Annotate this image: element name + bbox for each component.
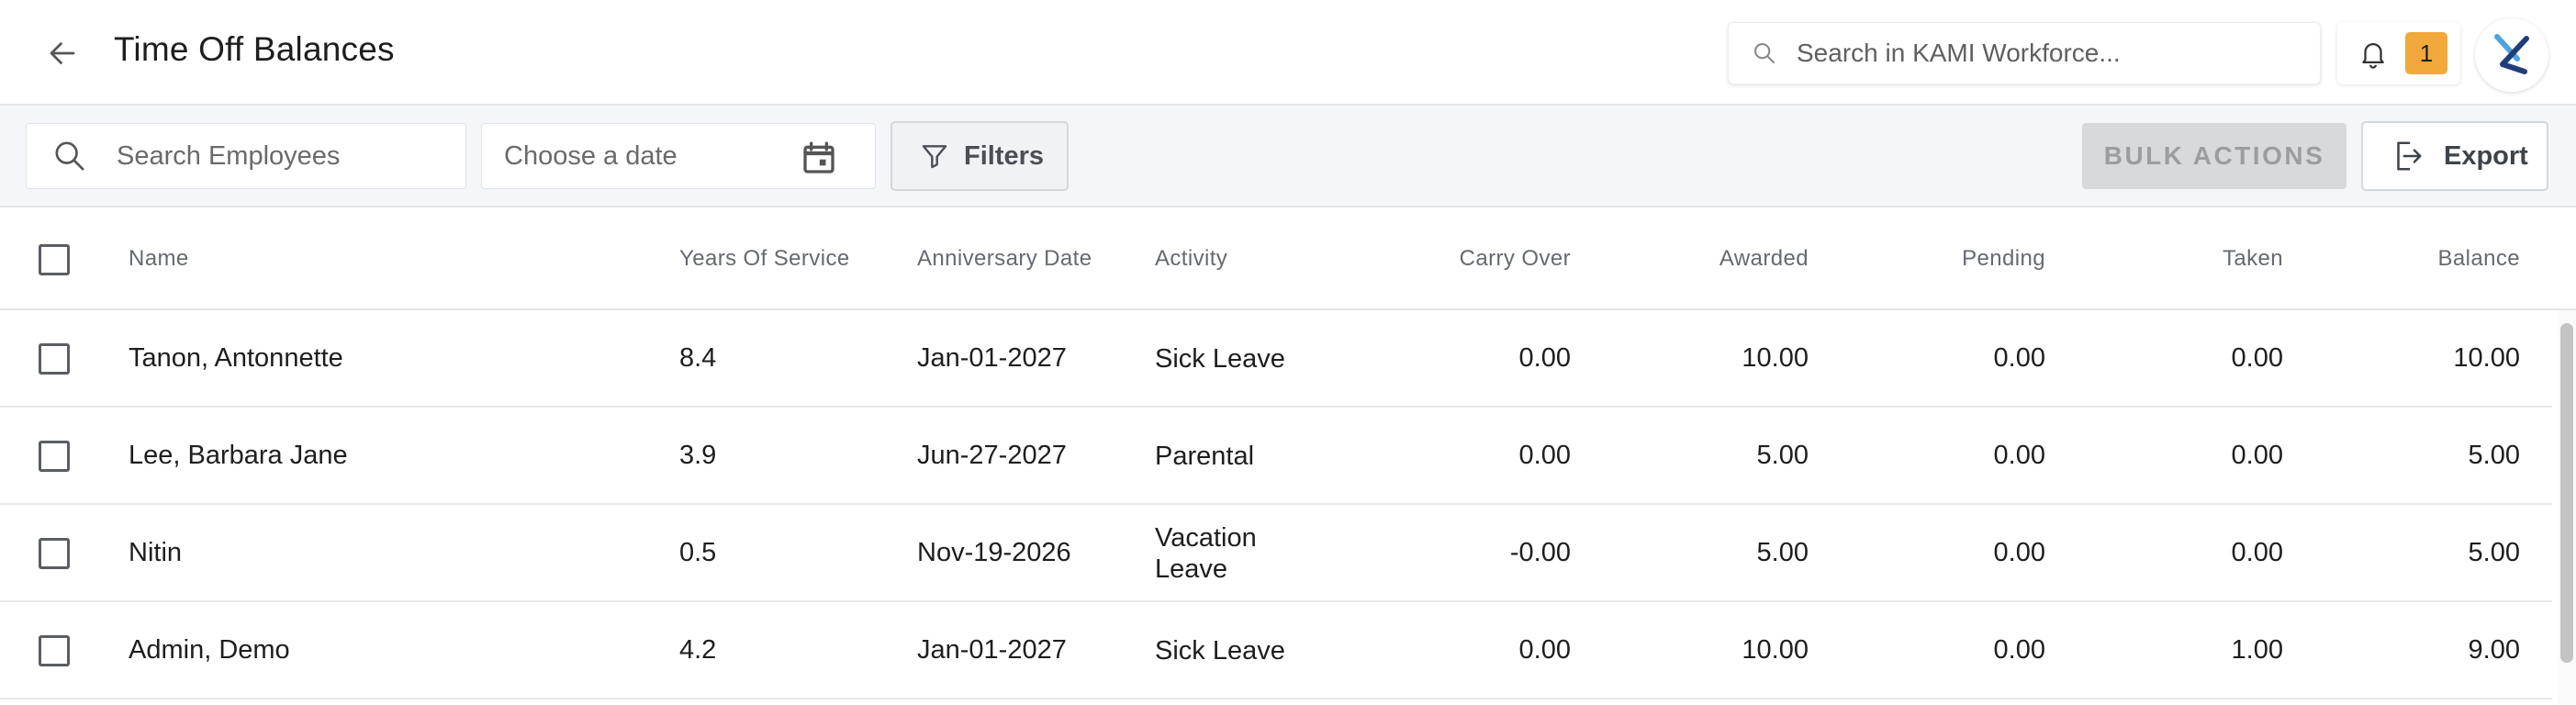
column-header-awarded[interactable]: Awarded <box>1719 246 1809 272</box>
years-of-service: 0.5 <box>679 538 717 567</box>
date-input[interactable] <box>504 140 779 172</box>
row-checkbox[interactable] <box>39 441 70 472</box>
notifications-button[interactable]: 1 <box>2337 22 2460 84</box>
column-header-balance[interactable]: Balance <box>2437 246 2520 272</box>
pending: 0.00 <box>1993 343 2045 373</box>
awarded: 5.00 <box>1756 441 1809 470</box>
scrollbar-thumb[interactable] <box>2560 323 2573 663</box>
date-picker[interactable] <box>481 123 876 189</box>
column-header-pending[interactable]: Pending <box>1962 246 2045 272</box>
awarded: 10.00 <box>1742 635 1809 665</box>
employee-search-input[interactable] <box>117 140 438 172</box>
pending: 0.00 <box>1993 538 2045 567</box>
activity: Parental <box>1155 442 1255 471</box>
bulk-actions-button[interactable]: BULK ACTIONS <box>2082 123 2346 189</box>
employee-name: Admin, Demo <box>129 635 290 665</box>
employee-search[interactable] <box>26 123 466 189</box>
row-checkbox[interactable] <box>39 538 70 569</box>
user-avatar[interactable] <box>2475 18 2548 92</box>
activity: Vacation Leave <box>1155 523 1257 584</box>
employee-name: Nitin <box>129 538 183 567</box>
export-button[interactable]: Export <box>2361 121 2548 191</box>
column-header-carry-over[interactable]: Carry Over <box>1460 246 1571 272</box>
table-row[interactable]: Lee, Barbara Jane 3.9 Jun-27-2027 Parent… <box>0 408 2552 505</box>
anniversary-date: Jan-01-2027 <box>917 343 1067 373</box>
kami-logo-icon <box>2494 34 2529 74</box>
balances-table: Name Years Of Service Anniversary Date A… <box>0 207 2576 705</box>
anniversary-date: Jun-27-2027 <box>917 441 1067 470</box>
carry-over: 0.00 <box>1518 343 1571 373</box>
global-search[interactable] <box>1728 22 2321 84</box>
employee-name: Lee, Barbara Jane <box>129 441 348 470</box>
filter-icon <box>918 140 951 173</box>
employee-name: Tanon, Antonnette <box>129 343 343 373</box>
column-header-anniversary-date[interactable]: Anniversary Date <box>917 246 1092 272</box>
export-icon <box>2389 138 2425 174</box>
activity: Sick Leave <box>1155 344 1285 374</box>
table-row[interactable]: Tanon, Antonnette 8.4 Jan-01-2027 Sick L… <box>0 310 2552 408</box>
select-all-checkbox[interactable] <box>39 244 70 275</box>
awarded: 5.00 <box>1756 538 1809 567</box>
table-row[interactable]: Nitin 0.5 Nov-19-2026 Vacation Leave -0.… <box>0 505 2552 602</box>
years-of-service: 8.4 <box>679 343 717 373</box>
row-checkbox[interactable] <box>39 343 70 375</box>
search-icon <box>1749 38 1780 69</box>
anniversary-date: Nov-19-2026 <box>917 538 1071 567</box>
pending: 0.00 <box>1993 441 2045 470</box>
taken: 1.00 <box>2231 635 2283 665</box>
column-header-taken[interactable]: Taken <box>2223 246 2283 272</box>
carry-over: -0.00 <box>1509 538 1571 567</box>
row-checkbox[interactable] <box>39 635 70 666</box>
balance: 5.00 <box>2468 441 2520 470</box>
years-of-service: 4.2 <box>679 635 717 665</box>
filters-button[interactable]: Filters <box>890 121 1069 191</box>
balance: 10.00 <box>2453 343 2520 373</box>
balance: 5.00 <box>2468 538 2520 567</box>
awarded: 10.00 <box>1742 343 1809 373</box>
pending: 0.00 <box>1993 635 2045 665</box>
anniversary-date: Jan-01-2027 <box>917 635 1067 665</box>
filters-label: Filters <box>964 140 1045 171</box>
carry-over: 0.00 <box>1518 635 1571 665</box>
years-of-service: 3.9 <box>679 441 717 470</box>
column-header-years-of-service[interactable]: Years Of Service <box>679 246 850 272</box>
page-title: Time Off Balances <box>114 30 395 68</box>
bell-icon <box>2354 34 2392 73</box>
back-arrow-icon <box>50 42 75 64</box>
balance: 9.00 <box>2468 635 2520 665</box>
back-button[interactable] <box>37 28 88 79</box>
global-search-input[interactable] <box>1797 39 2292 68</box>
app-header: Time Off Balances 1 <box>0 0 2576 106</box>
search-icon <box>49 135 91 177</box>
taken: 0.00 <box>2231 441 2283 470</box>
notification-count-badge: 1 <box>2405 32 2447 74</box>
carry-over: 0.00 <box>1518 441 1571 470</box>
column-header-activity[interactable]: Activity <box>1155 246 1227 272</box>
activity: Sick Leave <box>1155 636 1285 666</box>
export-label: Export <box>2444 140 2528 171</box>
toolbar: Filters BULK ACTIONS Export <box>0 106 2576 207</box>
calendar-icon[interactable] <box>800 139 838 177</box>
table-row[interactable]: Admin, Demo 4.2 Jan-01-2027 Sick Leave 0… <box>0 602 2552 699</box>
taken: 0.00 <box>2231 538 2283 567</box>
column-header-name[interactable]: Name <box>129 246 189 272</box>
taken: 0.00 <box>2231 343 2283 373</box>
table-scrollbar[interactable] <box>2558 310 2576 705</box>
table-header: Name Years Of Service Anniversary Date A… <box>0 207 2576 310</box>
